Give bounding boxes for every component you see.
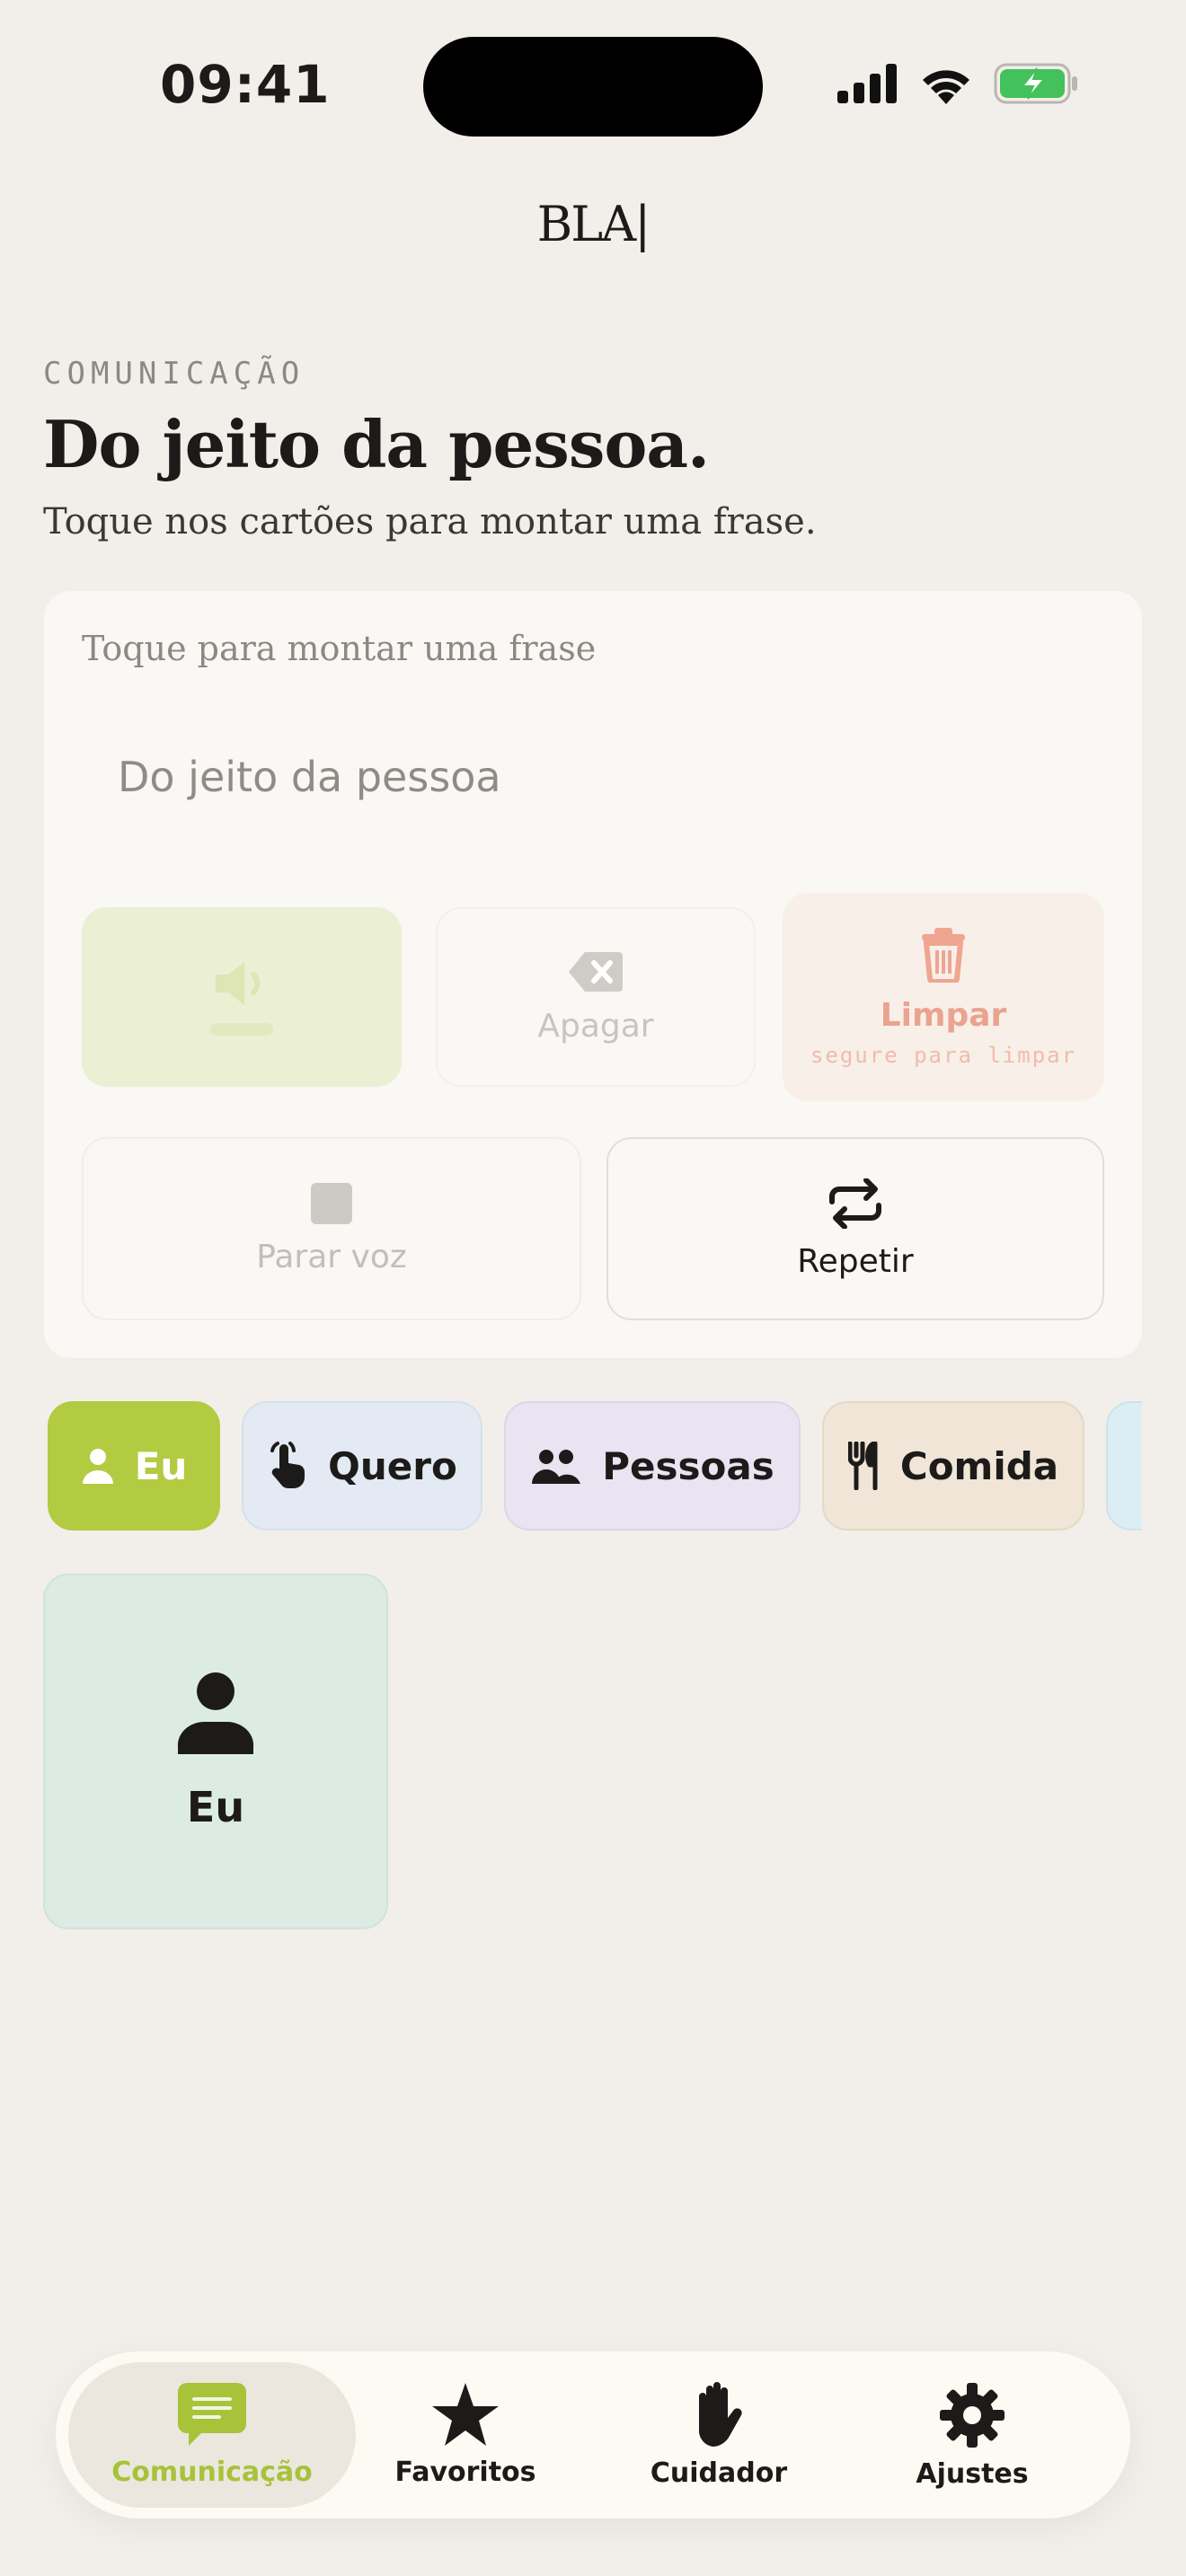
dynamic-island (423, 37, 763, 137)
phrase-card-eu[interactable]: Eu (43, 1574, 388, 1929)
battery-charging-icon (994, 63, 1077, 104)
category-label: Eu (134, 1443, 188, 1488)
nav-comunicacao[interactable]: Comunicação (68, 2362, 356, 2508)
clear-button[interactable]: Limpar segure para limpar (783, 893, 1104, 1101)
nav-ajustes[interactable]: Ajustes (828, 2362, 1116, 2508)
nav-cuidador[interactable]: Cuidador (575, 2362, 863, 2508)
people-icon (532, 1450, 581, 1484)
person-icon (177, 1672, 254, 1754)
backspace-icon (569, 951, 623, 992)
category-tabs: Eu Quero Pessoas Comida (48, 1401, 1142, 1532)
card-label: Eu (186, 1783, 245, 1831)
category-next-partial[interactable] (1106, 1401, 1142, 1531)
signal-icon (837, 64, 897, 103)
speaker-icon (216, 962, 261, 1005)
category-pessoas[interactable]: Pessoas (504, 1401, 801, 1531)
nav-label: Cuidador (650, 2457, 788, 2489)
star-icon (432, 2382, 499, 2446)
category-label: Quero (328, 1443, 457, 1488)
clear-label: Limpar (880, 996, 1007, 1034)
phrase-panel: Toque para montar uma frase Do jeito da … (44, 591, 1142, 1358)
status-icons (837, 63, 1078, 104)
stop-voice-button[interactable]: Parar voz (82, 1137, 581, 1320)
page-subtitle: Toque nos cartões para montar uma frase. (43, 501, 817, 543)
gear-icon (940, 2382, 1005, 2448)
bottom-nav: Comunicação Favoritos Cuidador Ajustes (56, 2351, 1130, 2519)
app-logo: BLA| (536, 196, 651, 252)
repeat-icon (829, 1178, 881, 1229)
speak-label-placeholder (210, 1023, 273, 1036)
erase-label: Apagar (537, 1007, 654, 1045)
status-time: 09:41 (160, 54, 331, 115)
nav-label: Ajustes (916, 2457, 1029, 2490)
utensils-icon (847, 1442, 878, 1490)
phrase-display[interactable]: Do jeito da pessoa (118, 753, 501, 801)
category-label: Pessoas (602, 1443, 774, 1488)
speak-button[interactable] (82, 907, 402, 1087)
category-eu[interactable]: Eu (48, 1401, 220, 1531)
status-bar: 09:41 (0, 0, 1186, 162)
nav-label: Favoritos (394, 2456, 536, 2488)
clear-sublabel: segure para limpar (810, 1042, 1077, 1068)
category-quero[interactable]: Quero (242, 1401, 482, 1531)
section-eyebrow: COMUNICAÇÃO (43, 356, 305, 392)
repeat-label: Repetir (797, 1242, 914, 1280)
pointing-hand-icon (270, 1442, 305, 1488)
category-comida[interactable]: Comida (822, 1401, 1084, 1531)
chat-icon (178, 2382, 246, 2446)
phrase-hint: Toque para montar uma frase (82, 629, 597, 668)
repeat-button[interactable]: Repetir (606, 1137, 1104, 1320)
stop-voice-label: Parar voz (256, 1238, 407, 1275)
page-title: Do jeito da pessoa. (43, 406, 710, 482)
hand-icon (699, 2381, 742, 2447)
category-label: Comida (899, 1443, 1059, 1488)
stop-icon (311, 1182, 352, 1224)
person-icon (82, 1449, 113, 1484)
erase-button[interactable]: Apagar (436, 907, 756, 1087)
wifi-icon (923, 70, 969, 104)
nav-label: Comunicação (111, 2456, 313, 2488)
trash-icon (922, 927, 965, 983)
nav-favoritos[interactable]: Favoritos (322, 2362, 609, 2508)
